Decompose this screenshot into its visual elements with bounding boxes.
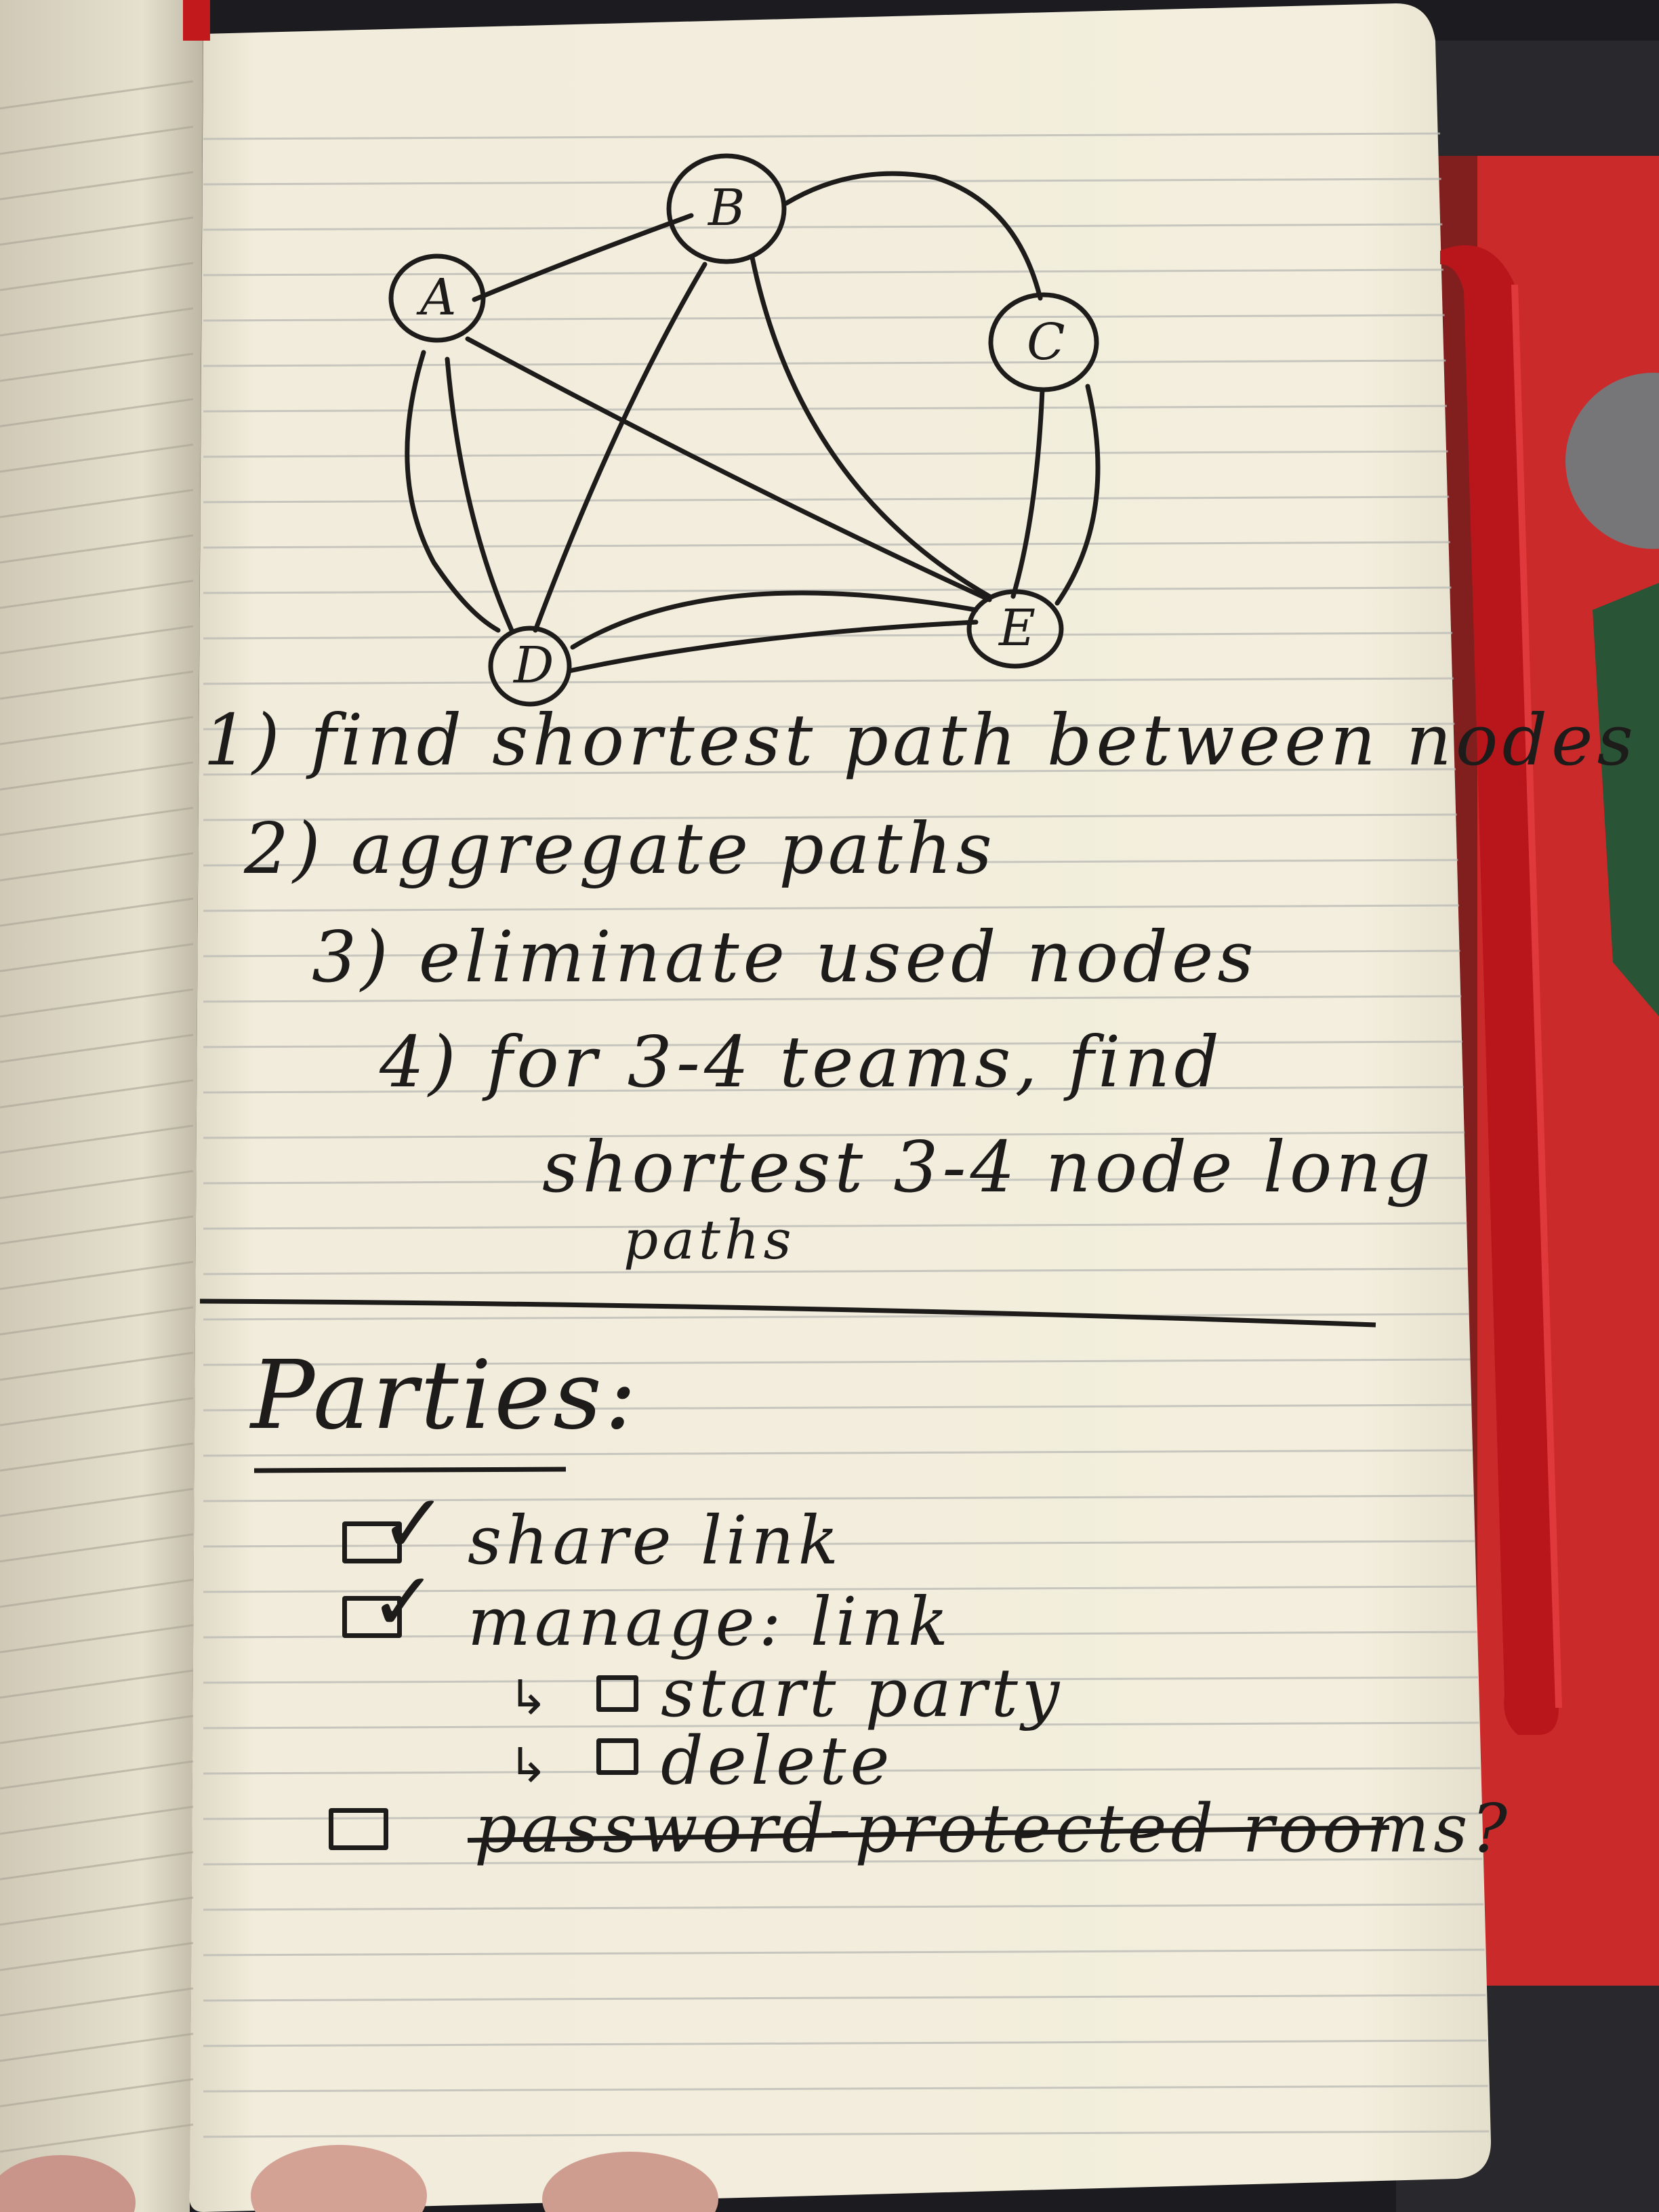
note-step-4-line-3: paths bbox=[623, 1208, 796, 1271]
todo-delete: delete bbox=[661, 1723, 894, 1800]
note-step-4-line-1: 4) for 3-4 teams, find bbox=[380, 1021, 1223, 1103]
parties-heading: Parties: bbox=[251, 1340, 640, 1451]
node-c-label: C bbox=[1027, 313, 1065, 371]
note-step-1: 1) find shortest path between nodes bbox=[203, 699, 1637, 781]
todo-start-party: start party bbox=[661, 1655, 1064, 1732]
check-mark-icon: ✓ bbox=[369, 1555, 438, 1650]
node-e-label: E bbox=[999, 599, 1036, 657]
node-b-label: B bbox=[708, 179, 745, 237]
checkbox-delete bbox=[596, 1738, 638, 1775]
check-mark-icon: ✓ bbox=[380, 1477, 448, 1572]
heading-underline bbox=[253, 1467, 567, 1473]
notebook-page bbox=[189, 3, 1492, 2212]
checkbox-start-party bbox=[596, 1675, 638, 1712]
note-step-4-line-2: shortest 3-4 node long bbox=[542, 1126, 1435, 1208]
checkbox-password-rooms bbox=[329, 1808, 388, 1850]
red-corner-tab bbox=[183, 0, 210, 41]
todo-manage-link: manage: link bbox=[468, 1584, 952, 1661]
note-step-3: 3) eliminate used nodes bbox=[312, 916, 1258, 998]
note-step-2: 2) aggregate paths bbox=[244, 807, 996, 890]
todo-share-link: share link bbox=[468, 1502, 843, 1580]
node-d-label: D bbox=[514, 636, 554, 695]
photo-scene bbox=[0, 0, 1659, 2212]
sub-item-arrow-icon: ↳ bbox=[508, 1670, 548, 1725]
node-a-label: A bbox=[420, 268, 457, 327]
sub-item-arrow-icon: ↳ bbox=[508, 1738, 548, 1793]
